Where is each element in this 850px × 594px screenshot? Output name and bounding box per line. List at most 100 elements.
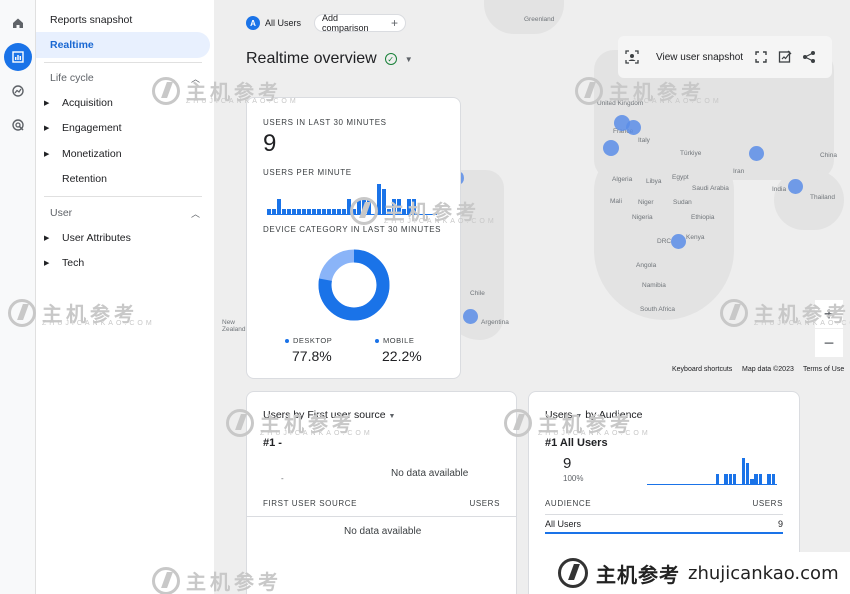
users-per-minute-bar[interactable]	[297, 209, 301, 214]
audience-trend-bar[interactable]	[754, 473, 758, 484]
chevron-up-icon[interactable]: ︿	[191, 207, 200, 220]
first-user-source-title[interactable]: Users by First user source ▼	[263, 409, 395, 421]
users-per-minute-bar[interactable]	[402, 209, 406, 214]
audience-trend-bar[interactable]	[728, 473, 733, 484]
users-per-minute-bar[interactable]	[392, 199, 396, 214]
map-label: Libya	[646, 178, 662, 185]
view-user-snapshot-button[interactable]: View user snapshot	[656, 52, 743, 63]
map-label: DRC	[657, 238, 672, 245]
users-per-minute-bar[interactable]	[357, 199, 361, 214]
comparison-chip-all-users[interactable]: A All Users	[246, 14, 306, 32]
users-per-minute-bar[interactable]	[302, 209, 306, 214]
users-per-minute-bar[interactable]	[317, 209, 321, 214]
nav-realtime[interactable]: Realtime	[36, 32, 210, 58]
add-comparison-button[interactable]: Add comparison +	[314, 13, 406, 33]
map-user-dot[interactable]	[626, 120, 641, 135]
audience-percent: 100%	[563, 474, 584, 483]
audience-trend-bar[interactable]	[732, 473, 737, 484]
users-per-minute-bar[interactable]	[362, 199, 366, 214]
keyboard-shortcuts-link[interactable]: Keyboard shortcuts	[672, 366, 732, 373]
map-label: Niger	[638, 199, 654, 206]
map-label: Namibia	[642, 282, 666, 289]
expand-arrow-icon[interactable]: ▶	[44, 150, 49, 158]
audience-trend-bar[interactable]	[724, 473, 728, 484]
chevron-down-icon: ▼	[388, 413, 396, 420]
audience-title[interactable]: Users ▼ by Audience	[545, 409, 643, 421]
users-per-minute-bar[interactable]	[307, 209, 311, 214]
chevron-down-icon[interactable]: ▼	[405, 55, 413, 64]
nav-section-life-cycle[interactable]: Life cycle	[50, 72, 94, 84]
users-per-minute-bar[interactable]	[397, 199, 401, 214]
users-per-minute-bar[interactable]	[407, 199, 411, 214]
audience-title-prefix: Users	[545, 409, 573, 421]
map-label: Kenya	[686, 234, 705, 241]
audience-trend-bar[interactable]	[758, 473, 763, 484]
home-icon[interactable]	[4, 9, 32, 37]
users-per-minute-chart[interactable]	[267, 183, 437, 215]
map-user-dot[interactable]	[603, 140, 619, 156]
nav-section-user[interactable]: User	[50, 207, 72, 219]
expand-arrow-icon[interactable]: ▶	[44, 124, 49, 132]
advertising-icon[interactable]	[4, 111, 32, 139]
users-per-minute-bar[interactable]	[322, 209, 326, 214]
fullscreen-icon[interactable]	[753, 49, 769, 65]
audience-row-name[interactable]: All Users	[545, 519, 581, 529]
users-per-minute-bar[interactable]	[312, 209, 316, 214]
users-per-minute-bar[interactable]	[287, 209, 291, 214]
audience-trend-bar[interactable]	[741, 458, 746, 484]
user-snapshot-icon[interactable]	[624, 49, 640, 65]
terms-link[interactable]: Terms of Use	[803, 366, 844, 373]
audience-trend-chart[interactable]	[647, 457, 777, 485]
users-per-minute-bar[interactable]	[267, 209, 271, 214]
zoom-in-button[interactable]: +	[815, 300, 843, 328]
audience-trend-bar[interactable]	[745, 463, 750, 484]
all-users-label: All Users	[265, 18, 302, 28]
customize-report-icon[interactable]	[777, 49, 793, 65]
users-per-minute-bar[interactable]	[377, 184, 381, 214]
expand-arrow-icon[interactable]: ▶	[44, 99, 49, 107]
users-per-minute-bar[interactable]	[332, 209, 336, 214]
explore-icon[interactable]	[4, 77, 32, 105]
nav-reports-snapshot[interactable]: Reports snapshot	[50, 7, 132, 33]
map-label: Nigeria	[632, 214, 653, 221]
audience-trend-bar[interactable]	[767, 473, 771, 484]
share-icon[interactable]	[801, 49, 817, 65]
users-per-minute-bar[interactable]	[272, 209, 276, 214]
map-user-dot[interactable]	[671, 234, 686, 249]
map-user-dot[interactable]	[749, 146, 764, 161]
map-label: Iran	[733, 168, 745, 175]
zoom-out-button[interactable]: −	[815, 329, 843, 357]
users-per-minute-bar[interactable]	[337, 209, 341, 214]
nav-retention[interactable]: Retention	[62, 166, 107, 192]
audience-trend-bar[interactable]	[715, 473, 720, 484]
reports-icon[interactable]	[4, 43, 32, 71]
users-per-minute-bar[interactable]	[292, 209, 296, 214]
expand-arrow-icon[interactable]: ▶	[44, 259, 49, 267]
nav-tech[interactable]: Tech	[62, 250, 84, 276]
device-donut-chart[interactable]	[317, 248, 391, 322]
audience-trend-bar[interactable]	[771, 473, 776, 484]
nav-user-attributes[interactable]: User Attributes	[62, 225, 131, 251]
map-label: Sudan	[673, 199, 692, 206]
map-user-dot[interactable]	[788, 179, 803, 194]
check-circle-icon[interactable]: ✓	[384, 53, 397, 65]
users-per-minute-bar[interactable]	[352, 209, 356, 214]
users-per-minute-bar[interactable]	[282, 209, 286, 214]
users-per-minute-bar[interactable]	[382, 189, 386, 214]
users-per-minute-bar[interactable]	[277, 199, 281, 214]
nav-acquisition[interactable]: Acquisition	[62, 90, 113, 116]
expand-arrow-icon[interactable]: ▶	[44, 234, 49, 242]
users-per-minute-bar[interactable]	[367, 199, 371, 214]
map-user-dot[interactable]	[463, 309, 478, 324]
users-per-minute-bar[interactable]	[342, 209, 346, 214]
chevron-up-icon[interactable]: ︿	[191, 72, 200, 85]
desktop-legend: DESKTOP	[285, 336, 332, 345]
users-per-minute-bar[interactable]	[347, 199, 351, 214]
users-per-minute-bar[interactable]	[387, 209, 391, 214]
nav-engagement[interactable]: Engagement	[62, 115, 122, 141]
users-per-minute-bar[interactable]	[327, 209, 331, 214]
users-per-minute-bar[interactable]	[412, 199, 416, 214]
audience-trend-bar[interactable]	[750, 478, 754, 484]
nav-monetization[interactable]: Monetization	[62, 141, 122, 167]
audience-value: 9	[563, 455, 572, 472]
